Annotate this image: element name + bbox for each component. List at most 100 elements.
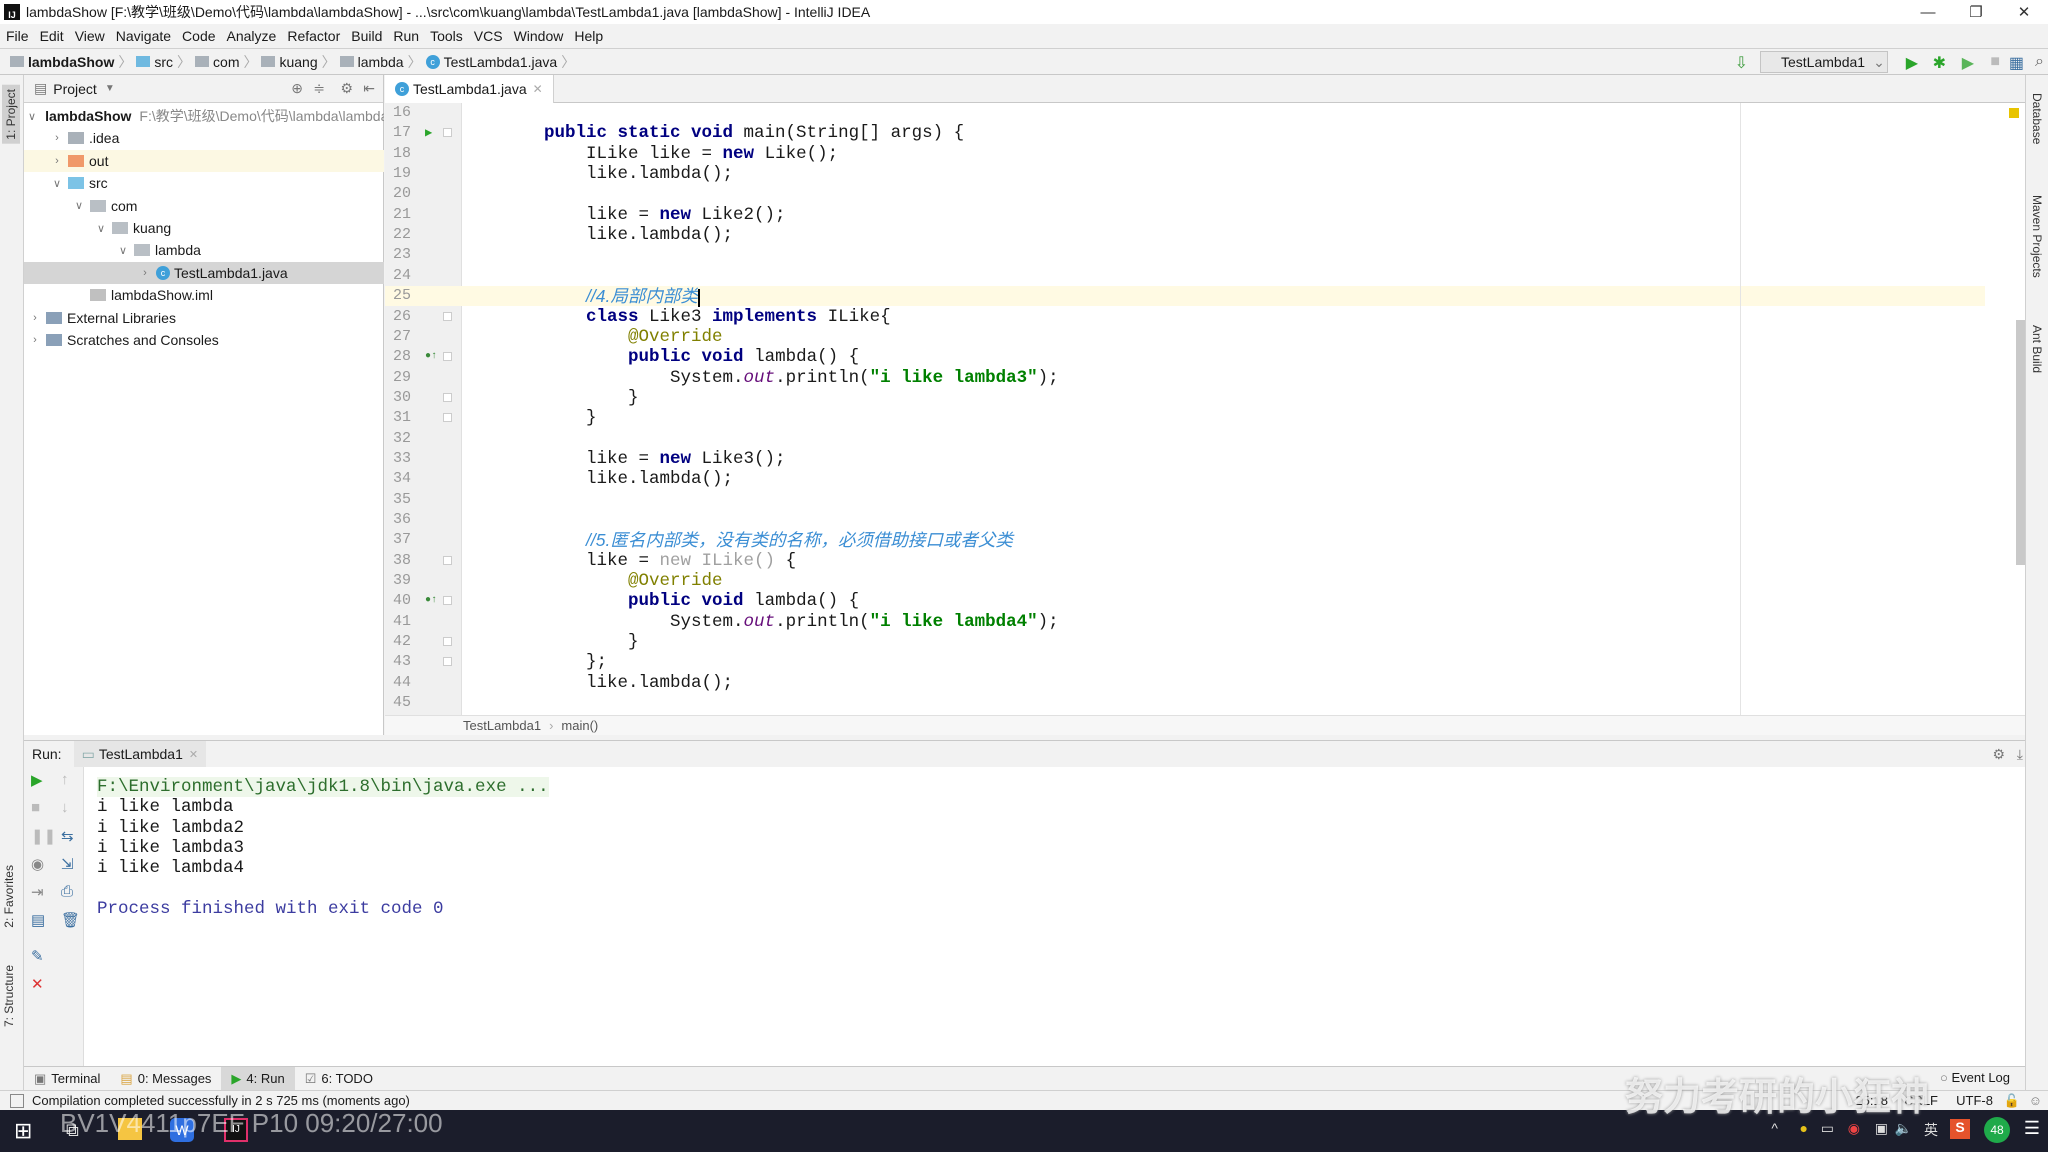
close-tab-icon[interactable]: ✕ (533, 82, 543, 96)
exit-icon[interactable]: ⇥ (31, 883, 44, 901)
run-config-select[interactable]: TestLambda1 ⌄ (1760, 51, 1888, 73)
fold-marker-icon[interactable] (443, 413, 452, 423)
code-line[interactable]: 16 (385, 103, 1985, 123)
chevron-down-icon[interactable]: ∨ (50, 177, 64, 190)
tree-item-com[interactable]: ∨ com (24, 195, 384, 217)
chevron-down-icon[interactable]: ∨ (72, 199, 86, 212)
close-icon[interactable]: ✕ (31, 975, 44, 993)
lock-icon[interactable]: 🔓 (2004, 1093, 2020, 1109)
locate-icon[interactable]: ⊕ (291, 80, 303, 97)
file-encoding[interactable]: UTF-8 (1956, 1093, 1993, 1108)
tray-chevron-icon[interactable]: ^ (1771, 1120, 1778, 1136)
tool-tab-database[interactable]: Database (2030, 93, 2044, 144)
print-icon[interactable]: ⎙ (61, 883, 73, 900)
fold-marker-icon[interactable] (443, 128, 452, 138)
stop-icon[interactable]: ■ (1990, 53, 2000, 71)
pin-icon[interactable]: ✎ (31, 947, 44, 965)
windows-start-icon[interactable]: ⊞ (14, 1118, 32, 1144)
breadcrumb-item[interactable]: src 〉 (136, 52, 191, 72)
tree-item-scratches-and-consoles[interactable]: › Scratches and Consoles (24, 329, 384, 351)
bottom-tab-0-messages[interactable]: ▤ 0: Messages (110, 1067, 221, 1091)
tree-item-src[interactable]: ∨ src (24, 172, 384, 194)
chevron-right-icon[interactable]: › (28, 334, 42, 346)
sogou-icon[interactable]: S (1950, 1119, 1970, 1139)
tree-item-lambdashow-iml[interactable]: lambdaShow.iml (24, 284, 384, 306)
code-line[interactable]: 32 (385, 429, 1985, 449)
menu-analyze[interactable]: Analyze (227, 28, 277, 44)
run-settings-icon[interactable]: ⚙ (1992, 746, 2005, 763)
tool-tab-maven[interactable]: Maven Projects (2030, 195, 2044, 278)
status-toggle-icon[interactable] (10, 1093, 24, 1108)
chevron-right-icon[interactable]: › (138, 267, 152, 279)
chevron-down-icon[interactable]: ∨ (116, 244, 130, 257)
menu-build[interactable]: Build (351, 28, 382, 44)
code-line[interactable]: 36 (385, 510, 1985, 530)
code-line[interactable]: 21 like = new Like2(); (385, 205, 1985, 225)
breadcrumb-item[interactable]: lambda 〉 (339, 52, 422, 72)
breadcrumb-item[interactable]: c TestLambda1.java 〉 (425, 52, 575, 72)
menu-edit[interactable]: Edit (40, 28, 64, 44)
battery-icon[interactable]: ▭ (1821, 1120, 1834, 1137)
bottom-tab-4-run[interactable]: ▶ 4: Run (221, 1066, 295, 1091)
fold-marker-icon[interactable] (443, 657, 452, 667)
editor-scrollbar[interactable] (2016, 320, 2025, 565)
fold-marker-icon[interactable] (443, 637, 452, 647)
crumb-class[interactable]: TestLambda1 (463, 718, 541, 733)
code-line[interactable]: 20 (385, 184, 1985, 204)
code-line[interactable]: 37 //5.匿名内部类，没有类的名称，必须借助接口或者父类 (385, 530, 1985, 550)
build-icon[interactable]: ⇩ (1735, 53, 1748, 73)
chevron-down-icon[interactable]: ∨ (28, 110, 36, 123)
code-line[interactable]: 18 ILike like = new Like(); (385, 144, 1985, 164)
project-panel-title[interactable]: Project (53, 81, 97, 97)
code-line[interactable]: 31 } (385, 408, 1985, 428)
coverage-icon[interactable]: ▶ (1962, 53, 1974, 73)
network-icon[interactable]: ▣ (1875, 1120, 1888, 1137)
tool-tab-ant[interactable]: Ant Build (2030, 325, 2044, 373)
crumb-method[interactable]: main() (561, 718, 598, 733)
menu-code[interactable]: Code (182, 28, 215, 44)
code-line[interactable]: 23 (385, 245, 1985, 265)
debug-icon[interactable]: ✱ (1933, 53, 1946, 73)
code-line[interactable]: 26 class Like3 implements ILike{ (385, 307, 1985, 327)
tool-tab-project[interactable]: 1: Project (2, 85, 20, 144)
menu-window[interactable]: Window (514, 28, 564, 44)
code-line[interactable]: 43 }; (385, 652, 1985, 672)
chevron-right-icon[interactable]: › (50, 132, 64, 144)
menu-navigate[interactable]: Navigate (116, 28, 171, 44)
menu-refactor[interactable]: Refactor (287, 28, 340, 44)
event-log-button[interactable]: ○ Event Log (1940, 1070, 2010, 1085)
breadcrumb-item[interactable]: com 〉 (195, 52, 257, 72)
code-line[interactable]: 25 //4.局部内部类 (385, 286, 1985, 307)
code-line[interactable]: 30 } (385, 388, 1985, 408)
record-icon[interactable]: ◉ (1848, 1120, 1860, 1137)
tray-360-icon[interactable]: ● (1800, 1120, 1808, 1136)
warning-marker-icon[interactable] (2009, 108, 2019, 118)
fold-marker-icon[interactable] (443, 311, 452, 321)
code-line[interactable]: 45 (385, 693, 1985, 713)
bottom-tab-6-todo[interactable]: ☑ 6: TODO (295, 1067, 383, 1091)
code-line[interactable]: 22 like.lambda(); (385, 225, 1985, 245)
action-center-icon[interactable]: ☰ (2024, 1118, 2040, 1139)
breadcrumb-item[interactable]: kuang 〉 (261, 52, 336, 72)
tree-item-kuang[interactable]: ∨ kuang (24, 217, 384, 239)
chevron-down-icon[interactable]: ∨ (94, 222, 108, 235)
fold-marker-icon[interactable] (443, 555, 452, 565)
tree-item-lambda[interactable]: ∨ lambda (24, 239, 384, 261)
tree-item-lambdashow[interactable]: ∨ lambdaShow F:\教学\班级\Demo\代码\lambda\lambd… (24, 105, 384, 127)
scroll-to-end-icon[interactable]: ⇲ (61, 855, 74, 873)
code-area[interactable]: 16 17 ▶ public static void main(String[] a… (385, 103, 2025, 715)
code-line[interactable]: 17 ▶ public static void main(String[] arg… (385, 123, 1985, 143)
code-line[interactable]: 28 ●↑ public void lambda() { (385, 347, 1985, 367)
menu-tools[interactable]: Tools (430, 28, 463, 44)
pause-icon[interactable]: ❚❚ (31, 827, 56, 845)
run-gutter-icon[interactable]: ▶ (425, 123, 432, 143)
rerun-icon[interactable]: ▶ (31, 771, 43, 789)
soft-wrap-icon[interactable]: ⇆ (61, 827, 74, 845)
code-line[interactable]: 24 (385, 266, 1985, 286)
code-line[interactable]: 39 @Override (385, 571, 1985, 591)
code-line[interactable]: 33 like = new Like3(); (385, 449, 1985, 469)
dump-threads-icon[interactable]: ◉ (31, 855, 44, 873)
stop-icon[interactable]: ■ (31, 799, 40, 816)
menu-vcs[interactable]: VCS (474, 28, 503, 44)
tree-item-out[interactable]: › out (24, 149, 384, 172)
